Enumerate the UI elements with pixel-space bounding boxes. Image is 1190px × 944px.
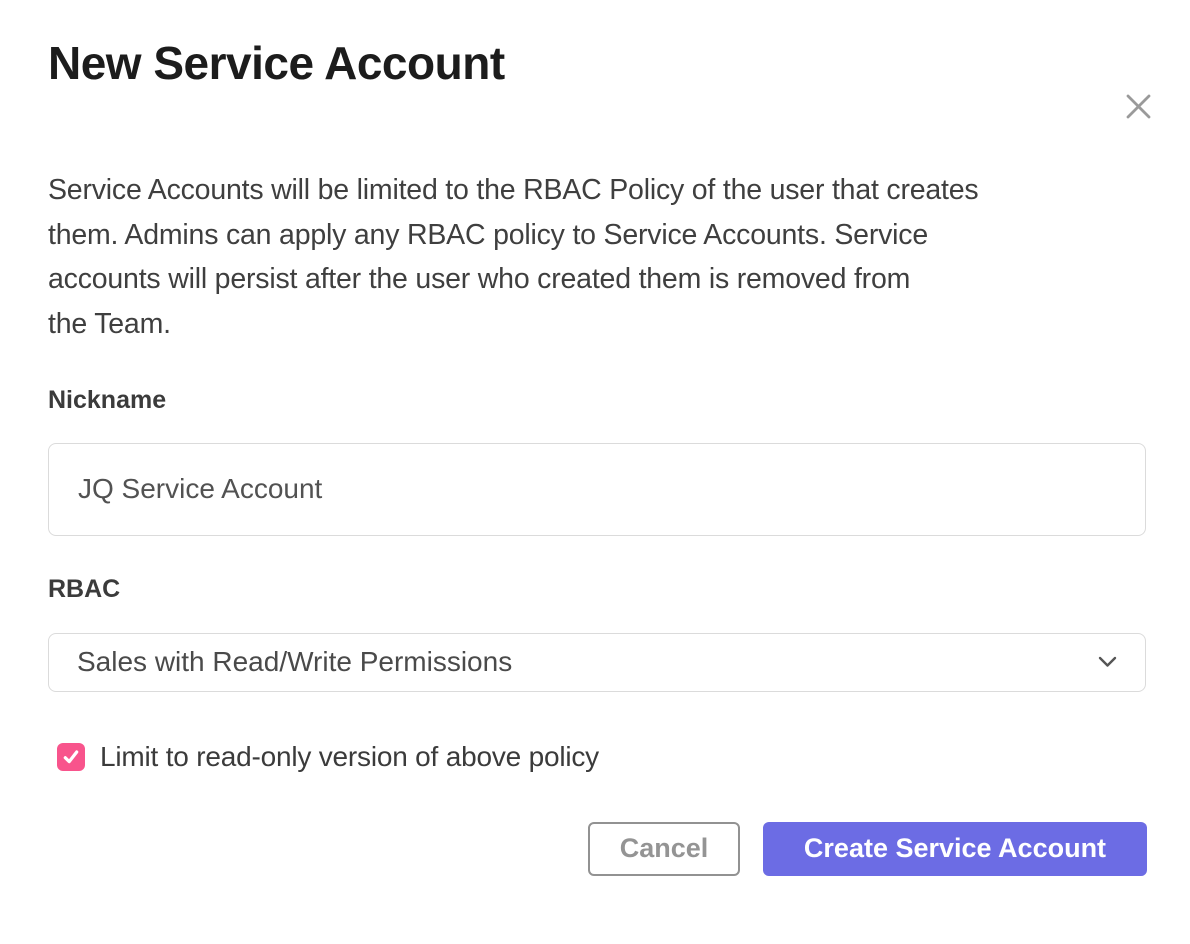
description-line: Service Accounts will be limited to the … [48,168,1147,213]
read-only-checkbox-label[interactable]: Limit to read-only version of above poli… [100,741,599,773]
create-service-account-button[interactable]: Create Service Account [763,822,1147,876]
checkmark-icon [61,747,81,767]
description-line: accounts will persist after the user who… [48,257,1147,302]
modal-title: New Service Account [48,40,1147,86]
rbac-selected-value: Sales with Read/Write Permissions [77,646,512,678]
chevron-down-icon [1098,656,1117,668]
read-only-checkbox-row: Limit to read-only version of above poli… [57,741,1147,773]
close-button[interactable] [1122,90,1154,122]
new-service-account-modal: New Service Account Service Accounts wil… [0,40,1190,944]
close-icon [1125,93,1152,120]
cancel-button[interactable]: Cancel [588,822,740,876]
nickname-label: Nickname [48,385,1147,415]
rbac-select[interactable]: Sales with Read/Write Permissions [48,633,1146,692]
read-only-checkbox[interactable] [57,743,85,771]
description-line: the Team. [48,302,1147,347]
rbac-label: RBAC [48,574,1147,604]
description-line: them. Admins can apply any RBAC policy t… [48,213,1147,258]
nickname-input[interactable] [48,443,1146,536]
modal-description: Service Accounts will be limited to the … [48,168,1147,347]
modal-footer: Cancel Create Service Account [48,822,1147,876]
